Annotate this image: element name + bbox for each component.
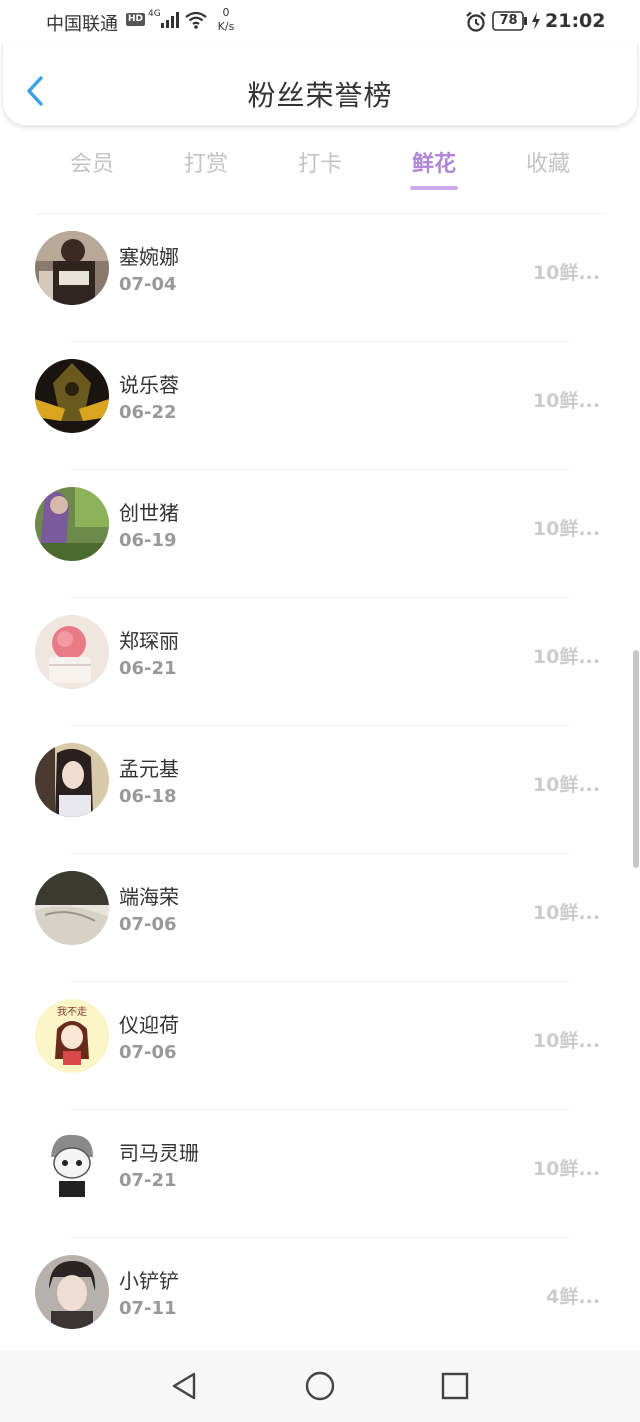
list-item[interactable]: 端海荣 07-06 10鲜...	[0, 854, 640, 982]
nav-recent-button[interactable]	[437, 1368, 473, 1404]
flower-count: 4鲜...	[546, 1286, 600, 1308]
flower-count: 10鲜...	[532, 390, 600, 412]
avatar	[35, 743, 109, 817]
avatar: 我不走	[35, 999, 109, 1073]
list-item[interactable]: 创世猪 06-19 10鲜...	[0, 470, 640, 598]
tab-bar: 会员 打赏 打卡 鲜花 收藏	[0, 128, 640, 198]
fan-date: 06-19	[119, 530, 177, 551]
fan-name: 仪迎荷	[119, 1013, 179, 1037]
tab-tipping[interactable]: 打赏	[156, 146, 256, 178]
fan-date: 06-22	[119, 402, 177, 423]
network-type: 4G	[148, 9, 161, 19]
flower-count: 10鲜...	[532, 646, 600, 668]
tab-flowers[interactable]: 鲜花	[384, 146, 484, 178]
tab-favorites[interactable]: 收藏	[498, 146, 598, 178]
square-recent-icon	[441, 1372, 469, 1400]
carrier-name: 中国联通	[46, 14, 118, 35]
active-tab-indicator	[410, 186, 458, 190]
list-item[interactable]: 我不走 仪迎荷 07-06 10鲜...	[0, 982, 640, 1110]
fan-date: 07-06	[119, 914, 177, 935]
avatar	[35, 359, 109, 433]
flower-count: 10鲜...	[532, 1030, 600, 1052]
header-bar: 粉丝荣誉榜	[2, 44, 638, 126]
hd-badge: HD	[126, 13, 146, 26]
fan-name: 说乐蓉	[119, 373, 179, 397]
list-item[interactable]: 小铲铲 07-11 4鲜...	[0, 1238, 640, 1366]
avatar	[35, 871, 109, 945]
fan-date: 07-04	[119, 274, 177, 295]
wifi-icon	[185, 11, 207, 29]
fan-name: 郑琛丽	[119, 629, 179, 653]
screen: 中国联通 HD 4G 0 K/s 78 21:02 粉丝荣誉榜 会员 打赏 打卡…	[0, 0, 640, 1422]
flower-count: 10鲜...	[532, 902, 600, 924]
fan-name: 塞婉娜	[119, 245, 179, 269]
avatar	[35, 615, 109, 689]
avatar	[35, 1127, 109, 1201]
fan-name: 创世猪	[119, 501, 179, 525]
fan-ranking-list: 塞婉娜 07-04 10鲜... 说乐蓉 06-22 10鲜... 创世猪 06…	[0, 214, 640, 1366]
signal-icon	[161, 12, 179, 28]
avatar	[35, 1255, 109, 1329]
page-title: 粉丝荣誉榜	[247, 79, 393, 112]
nav-back-button[interactable]	[166, 1368, 202, 1404]
avatar-badge-text: 我不走	[57, 1006, 87, 1018]
tab-checkin[interactable]: 打卡	[270, 146, 370, 178]
fan-name: 小铲铲	[119, 1269, 179, 1293]
fan-date: 07-06	[119, 1042, 177, 1063]
list-item[interactable]: 司马灵珊 07-21 10鲜...	[0, 1110, 640, 1238]
speed-unit: K/s	[217, 20, 235, 33]
fan-date: 06-21	[119, 658, 177, 679]
system-nav-bar	[0, 1350, 640, 1422]
flower-count: 10鲜...	[532, 774, 600, 796]
fan-date: 07-21	[119, 1170, 177, 1191]
flower-count: 10鲜...	[532, 262, 600, 284]
tab-membership[interactable]: 会员	[42, 146, 142, 178]
fan-name: 孟元基	[119, 757, 179, 781]
scrollbar[interactable]	[633, 650, 639, 868]
list-item[interactable]: 塞婉娜 07-04 10鲜...	[0, 214, 640, 342]
alarm-icon	[466, 11, 486, 32]
avatar	[35, 231, 109, 305]
fan-date: 06-18	[119, 786, 177, 807]
clock-time: 21:02	[545, 10, 606, 32]
status-bar: 中国联通 HD 4G 0 K/s 78 21:02	[0, 0, 640, 44]
speed-value: 0	[222, 6, 230, 19]
triangle-back-icon	[172, 1372, 196, 1400]
nav-home-button[interactable]	[302, 1368, 338, 1404]
avatar	[35, 487, 109, 561]
fan-name: 端海荣	[119, 885, 179, 909]
list-item[interactable]: 郑琛丽 06-21 10鲜...	[0, 598, 640, 726]
network-speed: 0 K/s	[214, 6, 238, 34]
circle-home-icon	[305, 1371, 335, 1401]
list-item[interactable]: 孟元基 06-18 10鲜...	[0, 726, 640, 854]
fan-date: 07-11	[119, 1298, 177, 1319]
list-item[interactable]: 说乐蓉 06-22 10鲜...	[0, 342, 640, 470]
charging-icon	[532, 12, 540, 30]
fan-name: 司马灵珊	[119, 1141, 199, 1165]
battery-level: 78	[499, 13, 518, 28]
flower-count: 10鲜...	[532, 518, 600, 540]
flower-count: 10鲜...	[532, 1158, 600, 1180]
